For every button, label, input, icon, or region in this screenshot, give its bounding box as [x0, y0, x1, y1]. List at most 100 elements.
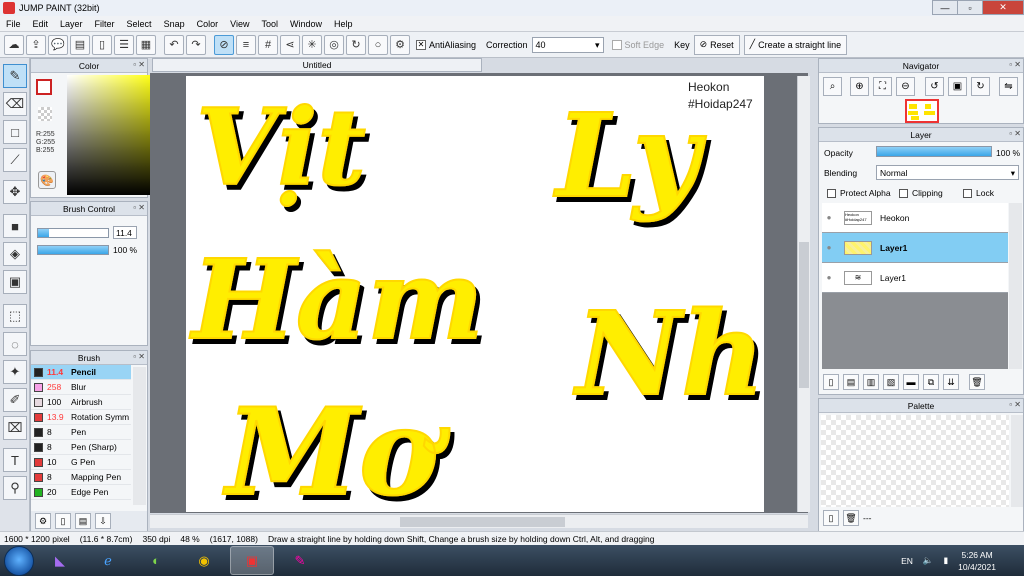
- bucket-tool-icon[interactable]: ◈: [3, 242, 27, 266]
- brush-import-icon[interactable]: ⇩: [95, 513, 111, 529]
- lasso-tool-icon[interactable]: ◌: [3, 332, 27, 356]
- chrome-icon[interactable]: ◉: [182, 546, 226, 575]
- brush-list-item[interactable]: 258 Blur: [31, 380, 131, 395]
- rotate-reset-icon[interactable]: ▣: [948, 77, 967, 96]
- snap-settings-icon[interactable]: ⚙: [390, 34, 410, 55]
- protect-alpha-checkbox[interactable]: Protect Alpha: [827, 188, 891, 198]
- fit-icon[interactable]: ⛶: [873, 77, 892, 96]
- clipping-checkbox[interactable]: Clipping: [899, 188, 943, 198]
- list-icon[interactable]: ☰: [114, 34, 134, 55]
- menu-select[interactable]: Select: [121, 19, 158, 29]
- new-halftone-layer-icon[interactable]: ▧: [883, 374, 899, 390]
- soft-edge-checkbox[interactable]: [611, 39, 622, 50]
- layer-row-selected[interactable]: ● Layer1: [822, 233, 1008, 263]
- vertical-scroll-thumb[interactable]: [799, 242, 809, 388]
- menu-edit[interactable]: Edit: [27, 19, 55, 29]
- menu-window[interactable]: Window: [284, 19, 328, 29]
- layer-list-scrollbar[interactable]: [1009, 203, 1022, 369]
- brush-tool-icon[interactable]: ✎: [3, 64, 27, 88]
- close-button[interactable]: ✕: [982, 0, 1024, 15]
- menu-help[interactable]: Help: [328, 19, 359, 29]
- cloud-icon[interactable]: ☁: [4, 34, 24, 55]
- duplicate-layer-icon[interactable]: ⧉: [923, 374, 939, 390]
- zoom-in-icon[interactable]: ⊕: [850, 77, 869, 96]
- snap-grid-icon[interactable]: #: [258, 34, 278, 55]
- canvas-vertical-scrollbar[interactable]: [797, 76, 810, 512]
- fill-rect-tool-icon[interactable]: ■: [3, 214, 27, 238]
- brush-list-item[interactable]: 13.9 Rotation Symm: [31, 410, 131, 425]
- palette-more[interactable]: ---: [863, 513, 872, 523]
- text-tool-icon[interactable]: T: [3, 448, 27, 472]
- message-icon[interactable]: ▤: [70, 34, 90, 55]
- palette-swatch-grid[interactable]: [821, 415, 1009, 507]
- new-layer-icon[interactable]: ▯: [823, 374, 839, 390]
- new-folder-icon[interactable]: ▬: [903, 374, 919, 390]
- panel-close-icon[interactable]: ▫ ✕: [1009, 400, 1021, 409]
- menu-color[interactable]: Color: [191, 19, 225, 29]
- select-rect-tool-icon[interactable]: ⬚: [3, 304, 27, 328]
- brush-list-item[interactable]: 20 Edge Pen: [31, 485, 131, 500]
- gradient-tool-icon[interactable]: ▣: [3, 270, 27, 294]
- snap-curve-icon[interactable]: ↻: [346, 34, 366, 55]
- brush-list-scrollbar[interactable]: [133, 367, 146, 505]
- visibility-icon[interactable]: ●: [822, 213, 836, 222]
- new-brush-icon[interactable]: ▯: [55, 513, 71, 529]
- lock-checkbox[interactable]: Lock: [963, 188, 994, 198]
- snap-perspective-icon[interactable]: ⋖: [280, 34, 300, 55]
- brush-size-value[interactable]: 11.4: [113, 226, 137, 239]
- new-text-layer-icon[interactable]: ▥: [863, 374, 879, 390]
- speaker-icon[interactable]: 🔈: [923, 555, 934, 566]
- panel-close-icon[interactable]: ▫ ✕: [133, 203, 145, 212]
- grid-layout-icon[interactable]: ▦: [136, 34, 156, 55]
- brush-opacity-slider[interactable]: [37, 245, 109, 255]
- panel-close-icon[interactable]: ▫ ✕: [133, 60, 145, 69]
- delete-palette-icon[interactable]: 🗑: [843, 510, 859, 526]
- correction-select[interactable]: 40 ▾: [531, 36, 604, 53]
- clock[interactable]: 5:26 AM 10/4/2021: [958, 549, 996, 573]
- minimize-button[interactable]: —: [932, 0, 958, 15]
- menu-view[interactable]: View: [224, 19, 255, 29]
- snap-circle-icon[interactable]: ◎: [324, 34, 344, 55]
- undo-icon[interactable]: ↶: [164, 34, 184, 55]
- antialiasing-checkbox[interactable]: ✕: [416, 39, 426, 50]
- redo-icon[interactable]: ↷: [186, 34, 206, 55]
- visual-studio-icon[interactable]: ◣: [38, 546, 82, 575]
- brush-list-item[interactable]: 11.4 Pencil: [31, 365, 131, 380]
- horizontal-scroll-thumb[interactable]: [400, 517, 565, 527]
- jump-paint-taskbar-icon[interactable]: ▣: [230, 546, 274, 575]
- zoom-out-icon[interactable]: ⊖: [896, 77, 915, 96]
- start-button[interactable]: [4, 545, 34, 576]
- layer-opacity-slider[interactable]: [876, 146, 992, 157]
- foreground-color-swatch[interactable]: [36, 79, 52, 95]
- palette-icon[interactable]: 🎨: [38, 171, 56, 189]
- brush-list-item[interactable]: 8 Pen (Sharp): [31, 440, 131, 455]
- transparent-color-swatch[interactable]: [38, 107, 52, 121]
- paint-taskbar-icon[interactable]: ✎: [278, 546, 322, 575]
- eyedropper-tool-icon[interactable]: ⚲: [3, 476, 27, 500]
- eraser-tool-icon[interactable]: ⌫: [3, 92, 27, 116]
- network-icon[interactable]: ▮: [943, 555, 948, 566]
- brush-menu-icon[interactable]: ▤: [75, 513, 91, 529]
- share-icon[interactable]: ⇪: [26, 34, 46, 55]
- brush-list-item[interactable]: 8 Mapping Pen: [31, 470, 131, 485]
- straight-line-button[interactable]: ╱ Create a straight line: [743, 34, 848, 55]
- visibility-icon[interactable]: ●: [822, 273, 836, 282]
- menu-snap[interactable]: Snap: [158, 19, 191, 29]
- merge-layer-icon[interactable]: ⇊: [943, 374, 959, 390]
- layer-row[interactable]: ● ≋ Layer1: [822, 263, 1008, 293]
- brush-list-item[interactable]: 10 G Pen: [31, 455, 131, 470]
- line-tool-icon[interactable]: ⟋: [3, 148, 27, 172]
- move-tool-icon[interactable]: ✥: [3, 180, 27, 204]
- utility-app-icon[interactable]: ◐: [134, 546, 178, 575]
- panel-close-icon[interactable]: ▫ ✕: [1009, 129, 1021, 138]
- new-palette-icon[interactable]: ▯: [823, 510, 839, 526]
- menu-tool[interactable]: Tool: [255, 19, 284, 29]
- select-eraser-tool-icon[interactable]: ⌧: [3, 416, 27, 440]
- menu-layer[interactable]: Layer: [54, 19, 89, 29]
- magic-wand-tool-icon[interactable]: ✦: [3, 360, 27, 384]
- brush-size-slider[interactable]: [37, 227, 109, 238]
- drawing-canvas[interactable]: Vịt Hàm Mơ Ly Nhớ Heokon #Hoidap247: [186, 76, 764, 512]
- reset-button[interactable]: ⊘ Reset: [693, 34, 740, 55]
- internet-explorer-icon[interactable]: ℯ: [86, 546, 130, 575]
- brush-settings-icon[interactable]: ⚙: [35, 513, 51, 529]
